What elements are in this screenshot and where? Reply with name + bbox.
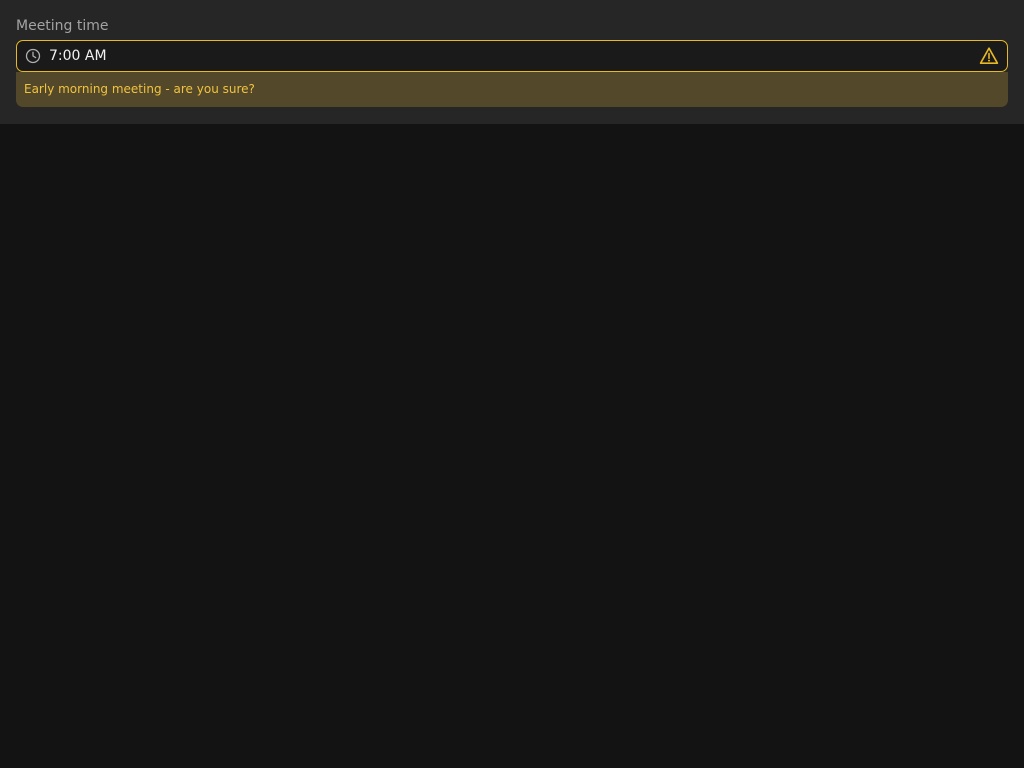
warning-message: Early morning meeting - are you sure? (24, 82, 255, 96)
time-input[interactable] (16, 40, 1008, 72)
warning-message-box: Early morning meeting - are you sure? (16, 72, 1008, 107)
time-field-panel: Meeting time Early morning meeting - are… (0, 0, 1024, 124)
clock-icon (25, 48, 41, 64)
field-label: Meeting time (16, 18, 109, 34)
warning-icon (979, 47, 999, 64)
time-value[interactable] (49, 47, 949, 65)
